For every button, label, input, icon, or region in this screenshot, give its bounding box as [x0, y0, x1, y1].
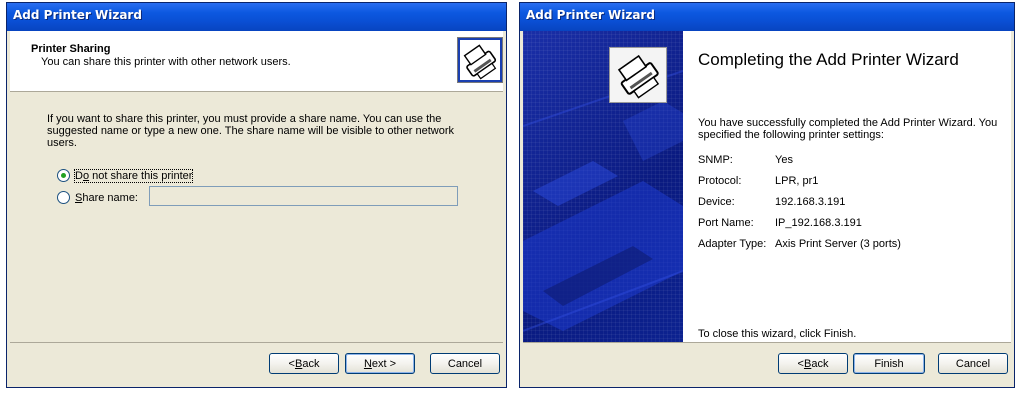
do-not-share-option[interactable]: Do not share this printer — [57, 168, 194, 183]
radio-do-not-share[interactable] — [57, 169, 70, 182]
next-button[interactable]: Next > — [345, 353, 415, 374]
printer-sharing-window: Add Printer Wizard Printer Sharing You c… — [6, 2, 507, 388]
completing-wizard-window: Add Printer Wizard Completing the Add Pr… — [519, 2, 1015, 388]
window-content: Printer Sharing You can share this print… — [10, 31, 503, 384]
window-title: Add Printer Wizard — [526, 8, 655, 22]
title-bar[interactable]: Add Printer Wizard — [520, 3, 1014, 31]
wizard-header: Printer Sharing You can share this print… — [10, 31, 503, 92]
cancel-button[interactable]: Cancel — [430, 353, 500, 374]
wizard-banner — [523, 31, 683, 343]
cancel-button[interactable]: Cancel — [938, 353, 1008, 374]
completion-heading: Completing the Add Printer Wizard — [698, 50, 959, 69]
button-bar: < Back Next > Cancel — [10, 342, 503, 384]
setting-label: SNMP: — [698, 154, 733, 166]
back-button[interactable]: < Back — [269, 353, 339, 374]
setting-value: Yes — [775, 154, 793, 166]
back-button[interactable]: < Back — [778, 353, 848, 374]
completion-panel: Completing the Add Printer Wizard You ha… — [683, 31, 1011, 343]
instructions-text: If you want to share this printer, you m… — [47, 113, 455, 149]
printer-icon — [457, 37, 503, 83]
setting-value: Axis Print Server (3 ports) — [775, 238, 901, 250]
setting-value: IP_192.168.3.191 — [775, 217, 862, 229]
page-subtitle: You can share this printer with other ne… — [41, 56, 291, 68]
printer-icon — [609, 47, 667, 103]
setting-label: Device: — [698, 196, 735, 208]
do-not-share-label[interactable]: Do not share this printer — [73, 168, 194, 183]
share-name-label[interactable]: Share name: — [75, 192, 138, 204]
button-bar: < Back Finish Cancel — [523, 342, 1011, 384]
finish-button[interactable]: Finish — [853, 353, 925, 374]
radio-share-name[interactable] — [57, 191, 70, 204]
window-content: Completing the Add Printer Wizard You ha… — [523, 31, 1011, 384]
setting-value: 192.168.3.191 — [775, 196, 846, 208]
share-name-option[interactable]: Share name: — [57, 191, 138, 204]
setting-label: Protocol: — [698, 175, 742, 187]
completion-summary: You have successfully completed the Add … — [698, 117, 998, 141]
setting-label: Adapter Type: — [698, 238, 767, 250]
window-title: Add Printer Wizard — [13, 8, 142, 22]
closing-instruction: To close this wizard, click Finish. — [698, 328, 857, 340]
setting-label: Port Name: — [698, 217, 754, 229]
page-title: Printer Sharing — [31, 43, 111, 55]
setting-value: LPR, pr1 — [775, 175, 819, 187]
title-bar[interactable]: Add Printer Wizard — [7, 3, 506, 31]
share-name-input[interactable] — [149, 186, 458, 206]
